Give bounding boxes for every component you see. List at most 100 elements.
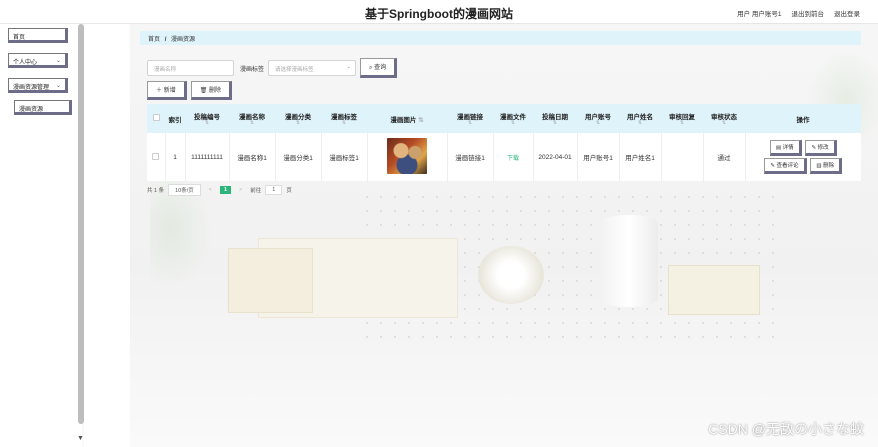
column-header[interactable]: 投稿日期 ⇅	[533, 104, 577, 133]
cell-date: 2022-04-01	[533, 133, 578, 181]
breadcrumb-separator: /	[164, 37, 167, 43]
sidebar-item-comic-resources[interactable]: 漫画资源	[14, 100, 72, 115]
select-all-checkbox[interactable]	[147, 104, 165, 133]
watermark: CSDN @无敌の小さな蚊	[708, 421, 864, 437]
cell-code: 1111111111	[185, 133, 230, 181]
column-header[interactable]: 投稿编号 ⇅	[185, 104, 229, 133]
sort-icon[interactable]: ⇅	[705, 121, 743, 126]
view-comments-label: 查看评论	[776, 163, 799, 169]
edit-icon: ✎	[770, 163, 775, 169]
sort-icon[interactable]: ⇅	[663, 121, 701, 126]
column-header[interactable]: 审核回复 ⇅	[661, 104, 703, 133]
sort-icon[interactable]: ⇅	[535, 121, 575, 126]
sidebar-spacer	[84, 24, 130, 447]
chevron-down-icon: ⌄	[346, 64, 352, 70]
breadcrumb-home[interactable]: 首页	[148, 37, 160, 43]
decor-cylinder	[600, 215, 658, 307]
tag-select[interactable]: 请选择漫画标签 ⌄	[268, 60, 357, 76]
doc-icon: ▤	[775, 145, 782, 151]
sort-icon[interactable]: ⇅	[416, 117, 423, 124]
page-number-current[interactable]: 1	[220, 186, 232, 194]
top-header: 基于Springboot的漫画网站 用户 用户账号1 退出到前台 退出登录	[0, 0, 878, 24]
sort-icon[interactable]: ⇅	[449, 121, 491, 126]
cell-file: 下载	[493, 133, 534, 181]
sort-icon[interactable]: ⇅	[621, 121, 659, 126]
column-label: 漫画图片	[390, 116, 417, 124]
sort-icon[interactable]: ⇅	[277, 121, 319, 126]
cell-reply	[661, 133, 704, 181]
column-header[interactable]: 漫画分类 ⇅	[275, 104, 321, 133]
add-button-label: 新增	[163, 88, 176, 94]
table-header-row: 索引 投稿编号 ⇅ 漫画名称 ⇅ 漫画分类 ⇅ 漫画标签 ⇅ 漫画图片 ⇅ 漫画链接 ⇅ …	[147, 104, 861, 133]
sidebar-scrollbar[interactable]	[78, 24, 84, 424]
page-size-select[interactable]: 10条/页	[168, 184, 201, 196]
column-header[interactable]: 漫画标签 ⇅	[321, 104, 367, 133]
logout-link[interactable]: 退出登录	[834, 8, 860, 18]
cell-link: 漫画链接1	[447, 133, 494, 181]
column-header[interactable]: 漫画名称 ⇅	[229, 104, 275, 133]
cell-status: 通过	[703, 133, 746, 181]
trash-icon: 🗑	[199, 88, 208, 94]
column-header[interactable]: 漫画链接 ⇅	[447, 104, 493, 133]
add-button[interactable]: ＋ 新增	[147, 81, 187, 100]
cell-ops: ▤ 详情 ✎ 修改 ✎ 查看评论 ▥ 删除	[745, 133, 861, 181]
cell-tag: 漫画标签1	[321, 133, 368, 181]
delete-button[interactable]: 🗑 删除	[190, 81, 233, 100]
detail-button[interactable]: ▤ 详情	[769, 140, 802, 156]
sort-icon[interactable]: ⇅	[231, 121, 273, 126]
column-header: 操作	[745, 104, 861, 133]
goto-suffix: 页	[286, 188, 292, 194]
table-row: 1 1111111111 漫画名称1 漫画分类1 漫画标签1 漫画链接1 下载 …	[147, 133, 861, 181]
sort-icon[interactable]: ⇅	[323, 121, 365, 126]
download-link[interactable]: 下载	[507, 156, 519, 162]
sidebar-item-label: 漫画资源管理	[13, 85, 50, 91]
search-button[interactable]: ⌕ 查询	[360, 58, 398, 78]
cell-username: 用户姓名1	[619, 133, 662, 181]
cell-image	[367, 133, 448, 181]
search-bar: 漫画名称 漫画标签 请选择漫画标签 ⌄ ⌕ 查询	[147, 58, 398, 78]
scroll-down-icon[interactable]: ▼	[77, 435, 84, 442]
action-bar: ＋ 新增 🗑 删除	[147, 81, 233, 100]
sidebar-item-home[interactable]: 首页	[8, 28, 68, 43]
trash-icon: ▥	[816, 163, 822, 169]
edit-icon: ✎	[811, 145, 817, 151]
comic-thumbnail[interactable]	[387, 138, 427, 174]
column-header[interactable]: 用户姓名 ⇅	[619, 104, 661, 133]
breadcrumb: 首页 / 漫画资源	[140, 31, 861, 45]
search-button-label: 查询	[374, 65, 387, 71]
column-header[interactable]: 漫画文件 ⇅	[493, 104, 533, 133]
column-header[interactable]: 用户账号 ⇅	[577, 104, 619, 133]
tag-select-placeholder: 请选择漫画标签	[275, 67, 314, 73]
sort-icon[interactable]: ⇅	[495, 121, 531, 126]
sidebar-item-label: 首页	[13, 35, 26, 41]
row-checkbox[interactable]	[147, 133, 166, 181]
pagination: 共 1 条 10条/页 < 1 > 前往 1 页	[147, 184, 292, 196]
plant-decoration	[150, 180, 220, 300]
cell-index: 1	[165, 133, 186, 181]
tag-label: 漫画标签	[240, 66, 265, 73]
next-page-button[interactable]: >	[235, 186, 246, 194]
header-links: 用户 用户账号1 退出到前台 退出登录	[737, 8, 860, 18]
column-header[interactable]: 漫画图片 ⇅	[367, 104, 447, 133]
decor-block	[668, 265, 760, 315]
sidebar-item-label: 漫画资源	[19, 107, 44, 113]
search-icon: ⌕	[369, 65, 373, 71]
row-delete-button[interactable]: ▥ 删除	[810, 158, 843, 174]
goto-page-input[interactable]: 1	[265, 185, 283, 195]
comic-table: 索引 投稿编号 ⇅ 漫画名称 ⇅ 漫画分类 ⇅ 漫画标签 ⇅ 漫画图片 ⇅ 漫画链接 ⇅ …	[147, 104, 861, 181]
total-count: 共 1 条	[147, 188, 165, 194]
comic-name-input[interactable]: 漫画名称	[147, 60, 234, 76]
chevron-down-icon: ⌄	[55, 58, 61, 64]
back-to-front-link[interactable]: 退出到前台	[792, 8, 825, 18]
sidebar-item-comic-management[interactable]: 漫画资源管理 ⌄	[8, 78, 68, 93]
prev-page-button[interactable]: <	[205, 186, 216, 194]
sort-icon[interactable]: ⇅	[187, 121, 227, 126]
sidebar-item-profile[interactable]: 个人中心 ⌄	[8, 53, 68, 68]
edit-button[interactable]: ✎ 修改	[805, 140, 837, 156]
current-user: 用户 用户账号1	[737, 11, 782, 18]
sort-icon[interactable]: ⇅	[579, 121, 617, 126]
column-header[interactable]: 审核状态 ⇅	[703, 104, 745, 133]
decor-cylinder	[478, 246, 544, 304]
sidebar-item-label: 个人中心	[13, 60, 38, 66]
view-comments-button[interactable]: ✎ 查看评论	[764, 158, 807, 174]
